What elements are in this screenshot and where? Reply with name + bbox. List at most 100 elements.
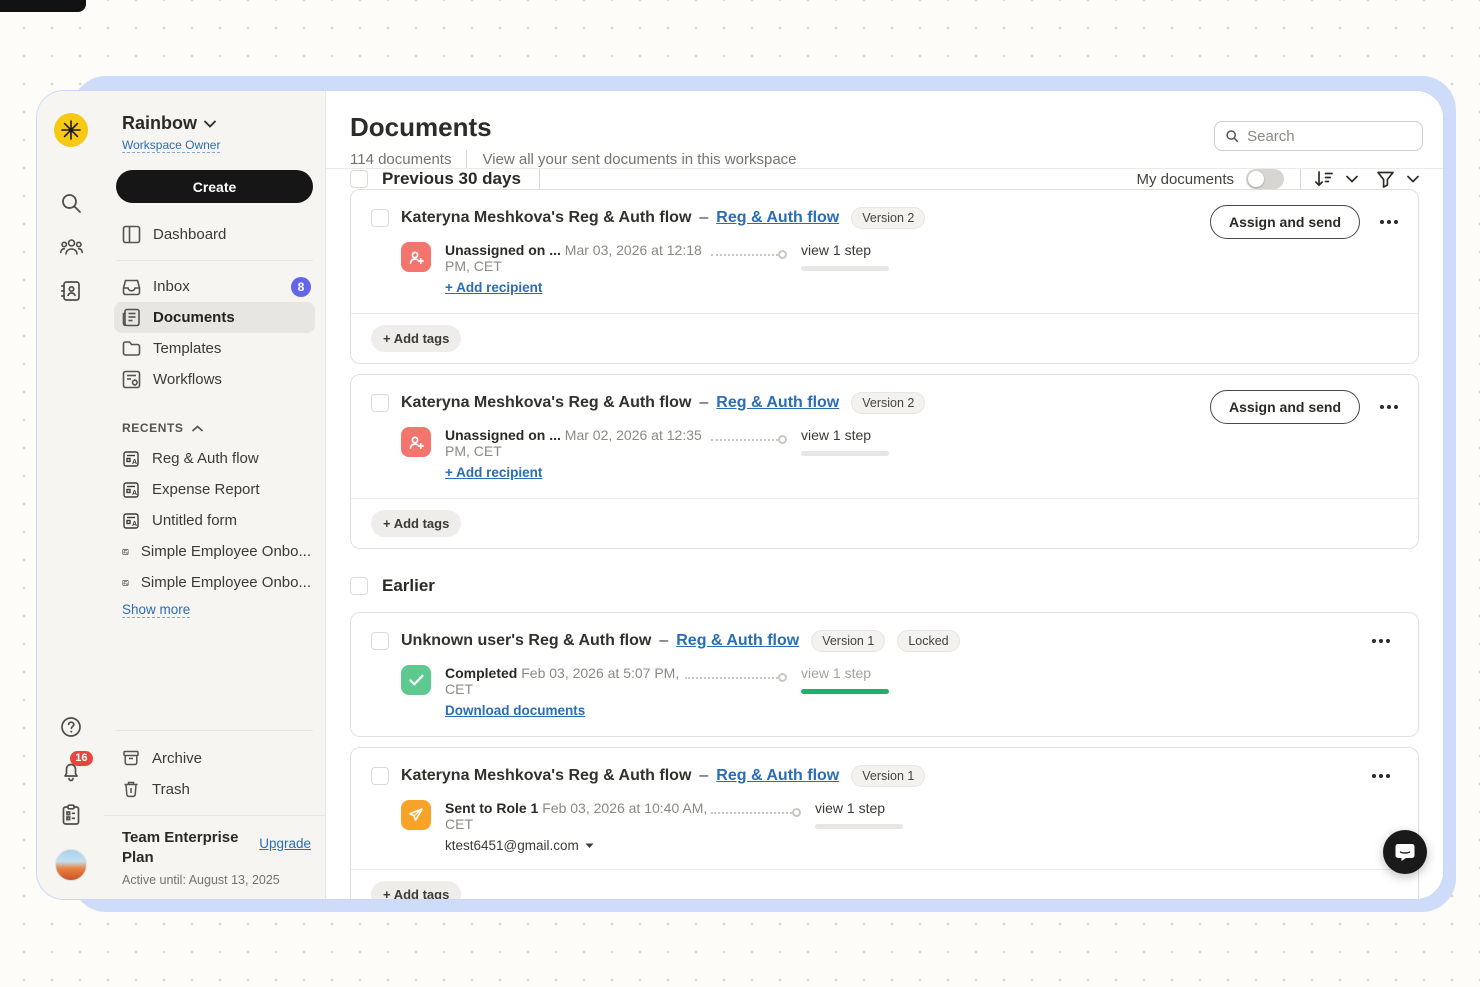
recents-header[interactable]: RECENTS <box>104 421 325 435</box>
document-checkbox[interactable] <box>371 209 389 227</box>
recent-item[interactable]: A Untitled form <box>104 505 325 536</box>
document-card: Kateryna Meshkova's Reg & Auth flow – Re… <box>350 374 1419 549</box>
documents-icon <box>122 308 141 327</box>
template-link[interactable]: Reg & Auth flow <box>716 209 839 227</box>
view-steps-link[interactable]: view 1 step <box>801 665 901 681</box>
document-checkbox[interactable] <box>371 767 389 785</box>
notifications-bell-icon[interactable]: 16 <box>59 759 83 783</box>
recipient-email: ktest6451@gmail.com <box>445 838 579 853</box>
recipient-email-dropdown[interactable]: ktest6451@gmail.com <box>445 838 711 853</box>
workspace-role-link[interactable]: Workspace Owner <box>122 138 220 153</box>
template-link[interactable]: Reg & Auth flow <box>716 394 839 412</box>
svg-text:A: A <box>132 521 137 528</box>
progress-bar <box>801 689 889 694</box>
add-tags-button[interactable]: + Add tags <box>371 325 461 352</box>
add-tags-button[interactable]: + Add tags <box>371 881 461 900</box>
chevron-down-icon[interactable] <box>1407 175 1419 183</box>
sidebar-item-archive[interactable]: Archive <box>104 743 325 774</box>
help-icon[interactable] <box>59 715 83 739</box>
sidebar-item-label: Templates <box>153 340 221 357</box>
view-steps-link[interactable]: view 1 step <box>801 427 901 443</box>
add-recipient-link[interactable]: + Add recipient <box>445 465 542 480</box>
plan-active-until: Active until: August 13, 2025 <box>122 873 311 887</box>
more-options-icon[interactable] <box>1378 214 1400 230</box>
template-link[interactable]: Reg & Auth flow <box>676 632 799 650</box>
form-doc-icon: A <box>122 450 140 468</box>
show-more-link[interactable]: Show more <box>122 602 190 618</box>
recent-item[interactable]: A Expense Report <box>104 474 325 505</box>
create-button[interactable]: Create <box>116 170 313 203</box>
document-checkbox[interactable] <box>371 394 389 412</box>
sidebar-item-trash[interactable]: Trash <box>104 774 325 805</box>
status-label: Completed <box>445 665 517 681</box>
chevron-up-icon <box>192 425 203 432</box>
completed-status-icon <box>401 665 431 695</box>
add-tags-button[interactable]: + Add tags <box>371 510 461 537</box>
recent-item-label: Expense Report <box>152 481 260 498</box>
dashboard-icon <box>122 225 141 244</box>
sidebar-item-dashboard[interactable]: Dashboard <box>104 219 325 250</box>
recent-item[interactable]: A Simple Employee Onbo... <box>104 567 325 598</box>
progress-leader <box>685 673 787 682</box>
my-documents-label: My documents <box>1136 171 1234 188</box>
status-label: Unassigned on ... <box>445 427 561 443</box>
document-title: Unknown user's Reg & Auth flow <box>401 632 651 650</box>
form-doc-icon: A <box>122 512 140 530</box>
more-options-icon[interactable] <box>1370 633 1392 649</box>
contacts-icon[interactable] <box>59 279 83 303</box>
sidebar-item-label: Archive <box>152 750 202 767</box>
view-steps-link[interactable]: view 1 step <box>815 800 915 816</box>
chat-support-button[interactable] <box>1383 830 1427 874</box>
search-field[interactable] <box>1214 121 1423 151</box>
divider <box>1300 169 1301 189</box>
document-title: Kateryna Meshkova's Reg & Auth flow <box>401 209 691 227</box>
plan-name: Team Enterprise Plan <box>122 828 240 869</box>
group-header-previous-30-days: Previous 30 days <box>382 169 521 189</box>
version-badge: Version 1 <box>851 765 925 787</box>
add-recipient-status-icon <box>401 242 431 272</box>
sidebar-item-workflows[interactable]: Workflows <box>104 364 325 395</box>
template-link[interactable]: Reg & Auth flow <box>716 767 839 785</box>
more-options-icon[interactable] <box>1370 768 1392 784</box>
workspace-name: Rainbow <box>122 113 197 134</box>
app-window: 16 Rainbow Workspace Owner Create <box>36 90 1444 900</box>
recent-item[interactable]: A Reg & Auth flow <box>104 443 325 474</box>
sort-button[interactable] <box>1313 169 1334 189</box>
title-dash: – <box>699 394 708 412</box>
forms-clipboard-icon[interactable] <box>59 803 83 827</box>
divider <box>539 169 540 189</box>
sidebar: Rainbow Workspace Owner Create Dashboard <box>104 91 326 899</box>
workflows-icon <box>122 370 141 389</box>
sort-icon <box>1313 169 1334 189</box>
assign-and-send-button[interactable]: Assign and send <box>1210 205 1360 239</box>
title-dash: – <box>659 632 668 650</box>
user-avatar[interactable] <box>55 849 87 881</box>
search-input[interactable] <box>1247 128 1412 145</box>
select-group-checkbox[interactable] <box>350 577 368 595</box>
document-checkbox[interactable] <box>371 632 389 650</box>
form-doc-icon: A <box>122 574 129 592</box>
add-recipient-link[interactable]: + Add recipient <box>445 280 542 295</box>
team-members-icon[interactable] <box>59 235 83 259</box>
search-icon[interactable] <box>59 191 83 215</box>
download-documents-link[interactable]: Download documents <box>445 703 585 718</box>
recent-item[interactable]: A Simple Employee Onbo... <box>104 536 325 567</box>
sidebar-item-documents[interactable]: Documents <box>114 302 315 333</box>
status-label: Sent to Role 1 <box>445 800 538 816</box>
more-options-icon[interactable] <box>1378 399 1400 415</box>
view-steps-link[interactable]: view 1 step <box>801 242 901 258</box>
svg-text:A: A <box>126 581 128 585</box>
my-documents-toggle[interactable] <box>1246 169 1284 189</box>
workspace-logo[interactable] <box>54 113 88 147</box>
filter-button[interactable] <box>1376 170 1395 189</box>
chevron-down-icon[interactable] <box>1346 175 1358 183</box>
workspace-switcher[interactable]: Rainbow <box>122 113 311 134</box>
archive-icon <box>122 749 140 767</box>
status-label: Unassigned on ... <box>445 242 561 258</box>
upgrade-link[interactable]: Upgrade <box>259 836 311 851</box>
select-group-checkbox[interactable] <box>350 170 368 188</box>
sidebar-item-templates[interactable]: Templates <box>104 333 325 364</box>
sidebar-item-inbox[interactable]: Inbox 8 <box>104 271 325 302</box>
assign-and-send-button[interactable]: Assign and send <box>1210 390 1360 424</box>
document-card: Kateryna Meshkova's Reg & Auth flow – Re… <box>350 747 1419 900</box>
